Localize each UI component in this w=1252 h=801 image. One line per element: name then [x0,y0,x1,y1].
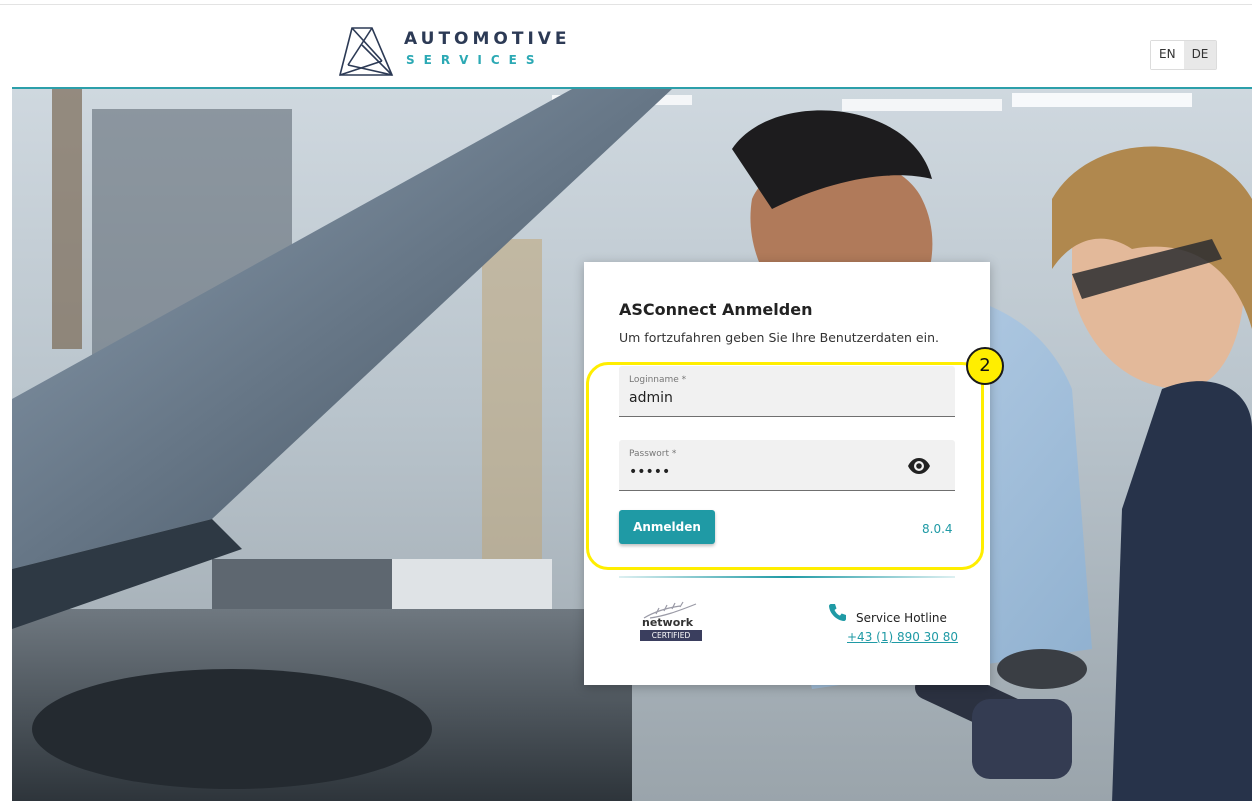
header: AUTOMOTIVE SERVICES EN DE [0,5,1252,87]
service-hotline-label: Service Hotline [856,611,947,625]
service-hotline-link[interactable]: +43 (1) 890 30 80 [847,630,958,644]
cert-badge: CERTIFIED [640,630,702,641]
step-number-badge: 2 [966,347,1004,385]
card-divider [619,576,955,578]
login-subtitle: Um fortzufahren geben Sie Ihre Benutzerd… [619,330,939,345]
automotive-services-logo[interactable]: AUTOMOTIVE SERVICES [338,25,578,77]
network-certified-logo: network CERTIFIED [636,600,706,652]
language-de-button[interactable]: DE [1183,41,1217,69]
phone-icon [828,602,848,622]
step-highlight-frame [586,362,984,570]
logo-word-services: SERVICES [406,53,544,67]
cert-word: network [642,616,694,629]
login-title: ASConnect Anmelden [619,300,813,319]
logo-mark-icon [338,27,394,76]
logo-word-automotive: AUTOMOTIVE [404,29,571,49]
login-page: AUTOMOTIVE SERVICES EN DE ASConnect Anme… [0,0,1252,801]
language-switcher: EN DE [1150,40,1218,70]
language-en-button[interactable]: EN [1151,41,1184,69]
